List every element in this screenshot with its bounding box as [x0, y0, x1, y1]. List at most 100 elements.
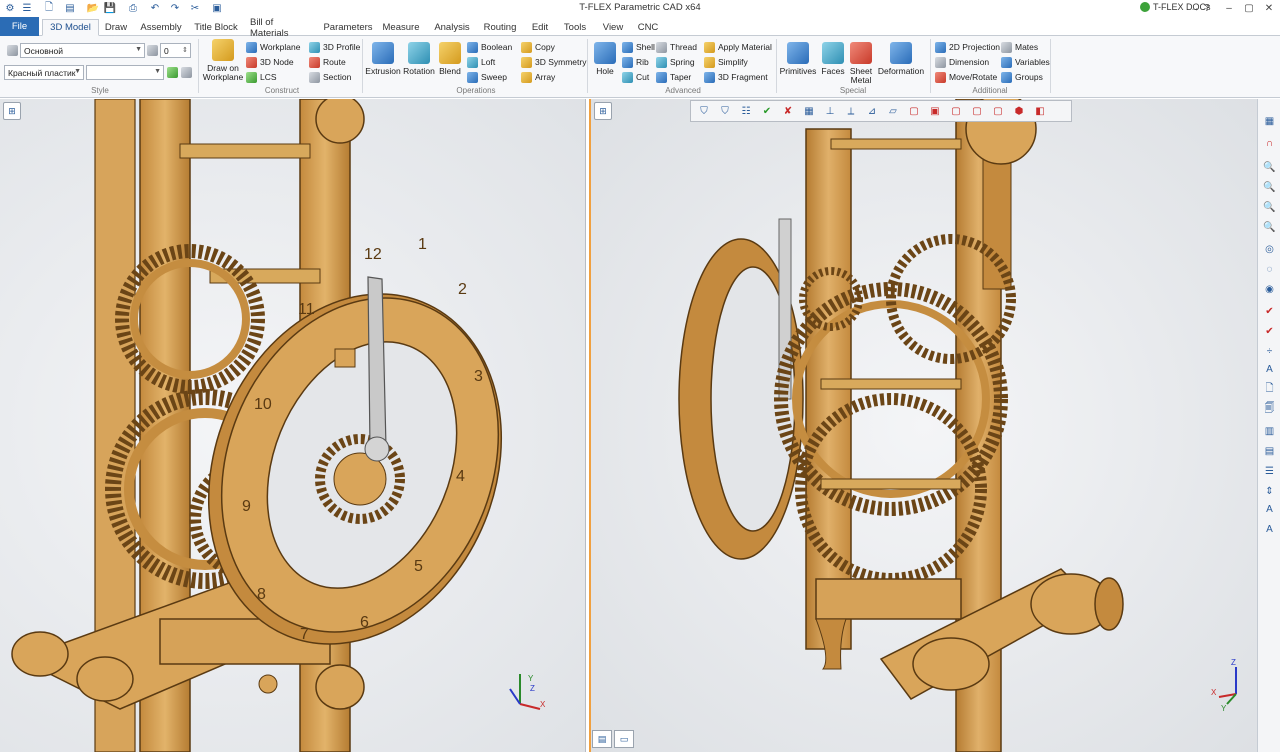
level-stepper[interactable]: 0 ⇕ [160, 43, 191, 58]
3d-node-button[interactable]: 3D Node [246, 55, 294, 69]
cancel-icon[interactable]: ✘ [781, 104, 795, 118]
model-tree-icon[interactable]: ⊞ [3, 102, 21, 120]
filter-selection-icon[interactable]: ⛉ [718, 104, 732, 118]
material-select[interactable]: Красный пластик ▼ [4, 65, 84, 80]
eye-icon[interactable]: ◎ [1263, 243, 1276, 256]
viewport-left[interactable]: ⊞ 12 1 2 3 4 5 6 7 8 9 10 11 Y Z X [0, 99, 586, 752]
zoom-out-icon[interactable]: 🔍 [1263, 201, 1276, 214]
layer-select[interactable]: Основной ▼ [20, 43, 145, 58]
faces-button[interactable]: Faces [820, 42, 846, 76]
blend-button[interactable]: Blend [437, 42, 463, 76]
rotation-button[interactable]: Rotation [402, 42, 436, 76]
tab-tools[interactable]: Tools [561, 19, 589, 36]
tab-assembly[interactable]: Assembly [138, 19, 184, 36]
tab-view[interactable]: View [600, 19, 626, 36]
apply-material-button[interactable]: Apply Material [704, 40, 772, 54]
show-icon[interactable]: ◉ [1263, 283, 1276, 296]
shaded-edges-icon[interactable]: ▣ [928, 104, 942, 118]
zoom-fit-icon[interactable]: 🔍 [1263, 221, 1276, 234]
page-icon[interactable]: 🗋 [1263, 383, 1276, 396]
hidden-lines-icon[interactable]: ▢ [949, 104, 963, 118]
color-select[interactable]: ▼ [86, 65, 164, 80]
3d-fragment-button[interactable]: 3D Fragment [704, 70, 768, 84]
color-swatch-icon[interactable] [181, 67, 192, 78]
boolean-button[interactable]: Boolean [467, 40, 512, 54]
zoom-in-icon[interactable]: 🔍 [1263, 161, 1276, 174]
deformation-button[interactable]: Deformation [877, 42, 925, 76]
mates-button[interactable]: Mates [1001, 40, 1038, 54]
hole-button[interactable]: Hole [592, 42, 618, 76]
tab-file[interactable]: File [0, 17, 39, 36]
variables-button[interactable]: Variables [1001, 55, 1050, 69]
draw-on-workplane-button[interactable]: Draw on Workplane [202, 39, 244, 82]
grid-icon[interactable]: ▦ [802, 104, 816, 118]
tab-routing[interactable]: Routing [481, 19, 519, 36]
section-plane-icon[interactable]: ⊥ [823, 104, 837, 118]
sweep-button[interactable]: Sweep [467, 70, 507, 84]
check-cube-icon[interactable]: ✔ [1263, 305, 1276, 318]
groups-button[interactable]: Groups [1001, 70, 1043, 84]
extrusion-button[interactable]: Extrusion [365, 42, 401, 76]
model-tree-icon[interactable]: ⊞ [594, 102, 612, 120]
lcs-button[interactable]: LCS [246, 70, 277, 84]
stack-icon[interactable]: ▤ [1263, 445, 1276, 458]
wireframe-icon[interactable]: ▱ [886, 104, 900, 118]
copy-button[interactable]: Copy [521, 40, 555, 54]
shaded-icon[interactable]: ▢ [907, 104, 921, 118]
magnet-icon[interactable]: ∩ [1263, 137, 1276, 150]
section-button[interactable]: Section [309, 70, 351, 84]
perspective-icon[interactable]: ▢ [991, 104, 1005, 118]
divider-icon[interactable]: ÷ [1263, 345, 1276, 358]
table-icon[interactable]: ▦ [1263, 115, 1276, 128]
hide-icon[interactable]: ◌ [1263, 263, 1276, 276]
tab-3d-model[interactable]: 3D Model [42, 19, 99, 36]
viewport-right[interactable]: ⊞ ⛉ ⛉ ☷ ✔ ✘ ▦ ⊥ ⟂ ⊿ ▱ ▢ ▣ ▢ ▢ ▢ ⬢ ◧ Z X … [589, 99, 1257, 752]
tab-parameters[interactable]: Parameters [323, 19, 372, 36]
sheet-metal-button[interactable]: Sheet Metal [848, 42, 874, 85]
help-icon[interactable]: ? [1200, 1, 1214, 15]
axis-icon[interactable]: ⟂ [844, 104, 858, 118]
3d-profile-button[interactable]: 3D Profile [309, 40, 360, 54]
thread-button[interactable]: Thread [656, 40, 697, 54]
tab-title-block[interactable]: Title Block [192, 19, 240, 36]
text-box-icon[interactable]: A [1263, 363, 1276, 376]
filter-list-icon[interactable]: ☷ [739, 104, 753, 118]
dimension-button[interactable]: Dimension [935, 55, 989, 69]
page-link-icon[interactable]: 🗐 [1263, 403, 1276, 416]
layout-split-icon[interactable]: ▭ [614, 730, 634, 748]
zoom-window-icon[interactable]: 🔍 [1263, 181, 1276, 194]
measure-icon[interactable]: ⊿ [865, 104, 879, 118]
close-icon[interactable]: ✕ [1262, 1, 1276, 15]
check-box-icon[interactable]: ✔ [1263, 325, 1276, 338]
2d-projection-button[interactable]: 2D Projection [935, 40, 1000, 54]
rib-button[interactable]: Rib [622, 55, 649, 69]
filter-icon[interactable]: ⛉ [697, 104, 711, 118]
tab-cnc[interactable]: CNC [636, 19, 660, 36]
tab-edit[interactable]: Edit [529, 19, 551, 36]
taper-button[interactable]: Taper [656, 70, 691, 84]
spring-button[interactable]: Spring [656, 55, 695, 69]
visible-lines-icon[interactable]: ▢ [970, 104, 984, 118]
route-button[interactable]: Route [309, 55, 346, 69]
font-icon[interactable]: A [1263, 503, 1276, 516]
move-rotate-button[interactable]: Move/Rotate [935, 70, 997, 84]
tab-analysis[interactable]: Analysis [432, 19, 472, 36]
font-size-icon[interactable]: A [1263, 523, 1276, 536]
color-palette-icon[interactable] [167, 67, 178, 78]
primitives-button[interactable]: Primitives [780, 42, 816, 76]
arrows-icon[interactable]: ⇕ [1263, 485, 1276, 498]
tab-bill-of-materials[interactable]: Bill of Materials [250, 17, 314, 39]
shell-button[interactable]: Shell [622, 40, 655, 54]
3d-symmetry-button[interactable]: 3D Symmetry [521, 55, 586, 69]
cube-view-icon[interactable]: ⬢ [1012, 104, 1026, 118]
tab-measure[interactable]: Measure [381, 19, 421, 36]
workplane-button[interactable]: Workplane [246, 40, 300, 54]
minimize-icon[interactable]: – [1222, 1, 1236, 15]
check-icon[interactable]: ✔ [760, 104, 774, 118]
cut-button[interactable]: Cut [622, 70, 649, 84]
list-icon[interactable]: ☰ [1263, 465, 1276, 478]
loft-button[interactable]: Loft [467, 55, 495, 69]
layout-single-icon[interactable]: ▤ [592, 730, 612, 748]
array-button[interactable]: Array [521, 70, 555, 84]
layers-icon[interactable]: ▥ [1263, 425, 1276, 438]
